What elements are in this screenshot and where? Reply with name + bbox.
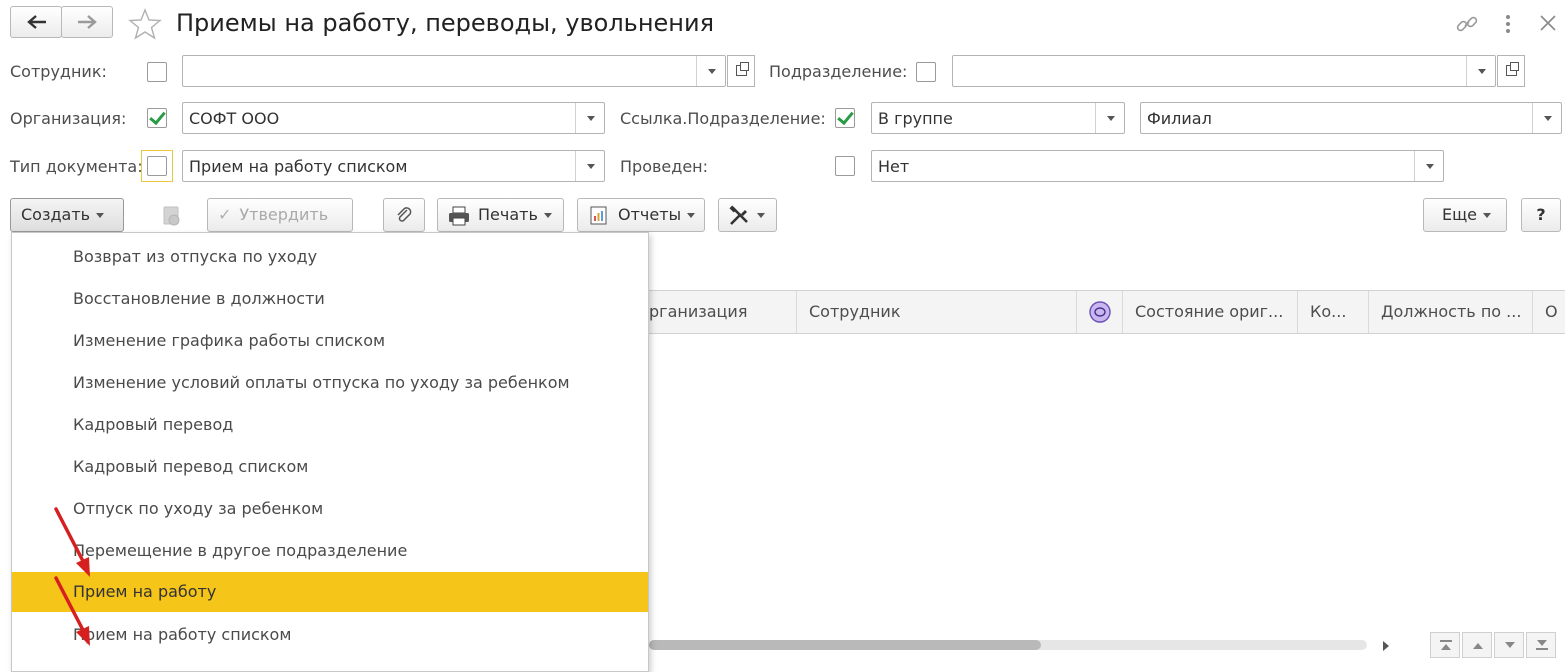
menu-item-transfer[interactable]: Кадровый перевод — [12, 405, 648, 445]
posted-field[interactable]: Нет — [871, 150, 1444, 182]
open-icon — [736, 62, 749, 76]
create-button[interactable]: Создать — [10, 198, 124, 232]
dept-ref-mode-dropdown-button[interactable] — [1095, 103, 1124, 133]
checkmark-icon: ✓ — [218, 205, 232, 224]
forward-button[interactable] — [61, 6, 113, 38]
last-page-icon — [1536, 640, 1548, 650]
menu-item-restore-position[interactable]: Восстановление в должности — [12, 279, 648, 319]
column-employee[interactable]: Сотрудник — [797, 291, 1077, 333]
department-open-button[interactable] — [1497, 55, 1525, 87]
help-button[interactable]: ? — [1521, 198, 1561, 232]
create-dropdown-menu: Возврат из отпуска по уходу Восстановлен… — [11, 232, 649, 672]
column-organization[interactable]: рганизация — [649, 291, 797, 333]
organization-label: Организация: — [10, 109, 127, 128]
menu-item-childcare-leave[interactable]: Отпуск по уходу за ребенком — [12, 489, 648, 529]
organization-field[interactable]: СОФТ ООО — [182, 102, 605, 134]
scroll-right-icon[interactable] — [1381, 640, 1391, 652]
arrow-up-icon — [1473, 643, 1483, 649]
more-button[interactable]: Еще — [1423, 198, 1507, 232]
table-header: рганизация Сотрудник Состояние ориг... К… — [649, 290, 1565, 334]
chevron-down-icon — [96, 213, 105, 218]
scroll-up-button[interactable] — [1462, 632, 1492, 658]
menu-item-hiring[interactable]: Прием на работу — [12, 572, 648, 612]
department-dropdown-button[interactable] — [1466, 56, 1495, 86]
menu-item-hiring-list[interactable]: Прием на работу списком — [12, 615, 648, 655]
scroll-to-top-button[interactable] — [1430, 632, 1460, 658]
scrollbar-thumb[interactable] — [649, 640, 1041, 650]
menu-item-move-department[interactable]: Перемещение в другое подразделение — [12, 531, 648, 571]
dept-ref-value-dropdown-button[interactable] — [1532, 103, 1561, 133]
stamp-icon — [1089, 301, 1111, 323]
report-icon — [590, 206, 607, 225]
dept-ref-checkbox[interactable] — [835, 108, 855, 128]
scroll-down-button[interactable] — [1494, 632, 1524, 658]
organization-dropdown-button[interactable] — [575, 103, 604, 133]
menu-item-change-schedule-list[interactable]: Изменение графика работы списком — [12, 321, 648, 361]
menu-item-return-from-leave[interactable]: Возврат из отпуска по уходу — [12, 237, 648, 277]
annotation-arrow-icon — [54, 576, 90, 646]
printer-icon — [449, 206, 469, 226]
employee-field[interactable] — [182, 55, 755, 87]
chevron-down-icon — [543, 213, 552, 218]
close-icon[interactable] — [1537, 12, 1559, 34]
approve-button[interactable]: ✓ Утвердить — [207, 198, 353, 232]
post-documents-icon[interactable] — [160, 204, 184, 228]
settings-button[interactable] — [718, 198, 777, 232]
posted-dropdown-button[interactable] — [1414, 151, 1443, 181]
star-icon[interactable] — [128, 8, 162, 40]
menu-item-transfer-list[interactable]: Кадровый перевод списком — [12, 447, 648, 487]
department-label: Подразделение: — [769, 62, 908, 81]
chevron-down-icon — [687, 213, 696, 218]
department-field[interactable] — [952, 55, 1525, 87]
arrow-down-icon — [1505, 642, 1515, 648]
employee-checkbox[interactable] — [147, 62, 167, 82]
column-other[interactable]: О — [1533, 291, 1565, 333]
page-title: Приемы на работу, переводы, увольнения — [176, 9, 715, 37]
column-position[interactable]: Должность по ... — [1369, 291, 1533, 333]
column-attachment[interactable] — [1077, 291, 1123, 333]
paperclip-icon — [397, 207, 412, 222]
annotation-arrow-icon — [54, 507, 90, 577]
chevron-down-icon — [1483, 213, 1492, 218]
print-button[interactable]: Печать — [437, 198, 564, 232]
dept-ref-label: Ссылка.Подразделение: — [620, 109, 826, 128]
more-vertical-icon[interactable] — [1502, 12, 1514, 36]
arrow-right-icon — [78, 15, 97, 29]
arrow-left-icon — [27, 15, 46, 29]
attach-button[interactable] — [383, 198, 425, 232]
employee-dropdown-button[interactable] — [696, 56, 725, 86]
open-icon — [1506, 62, 1519, 76]
organization-checkbox[interactable] — [147, 108, 167, 128]
scroll-to-bottom-button[interactable] — [1526, 632, 1556, 658]
reports-button[interactable]: Отчеты — [577, 198, 705, 232]
posted-label: Проведен: — [620, 157, 709, 176]
dept-ref-mode-field[interactable]: В группе — [871, 102, 1125, 134]
posted-checkbox[interactable] — [835, 156, 855, 176]
doc-type-dropdown-button[interactable] — [575, 151, 604, 181]
department-checkbox[interactable] — [916, 62, 936, 82]
column-code[interactable]: Ко... — [1298, 291, 1369, 333]
employee-label: Сотрудник: — [10, 62, 107, 81]
chevron-down-icon — [757, 213, 765, 218]
doc-type-checkbox[interactable] — [147, 156, 167, 176]
first-page-icon — [1440, 640, 1452, 650]
doc-type-field[interactable]: Прием на работу списком — [182, 150, 605, 182]
back-button[interactable] — [10, 6, 62, 38]
link-icon[interactable] — [1455, 12, 1479, 36]
horizontal-scrollbar[interactable] — [649, 640, 1367, 650]
menu-item-change-leave-payment[interactable]: Изменение условий оплаты отпуска по уход… — [12, 363, 648, 403]
tools-icon — [729, 205, 748, 225]
employee-open-button[interactable] — [727, 55, 755, 87]
doc-type-label: Тип документа: — [10, 157, 143, 176]
dept-ref-value-field[interactable]: Филиал — [1140, 102, 1562, 134]
column-original-state[interactable]: Состояние ориг... — [1123, 291, 1298, 333]
